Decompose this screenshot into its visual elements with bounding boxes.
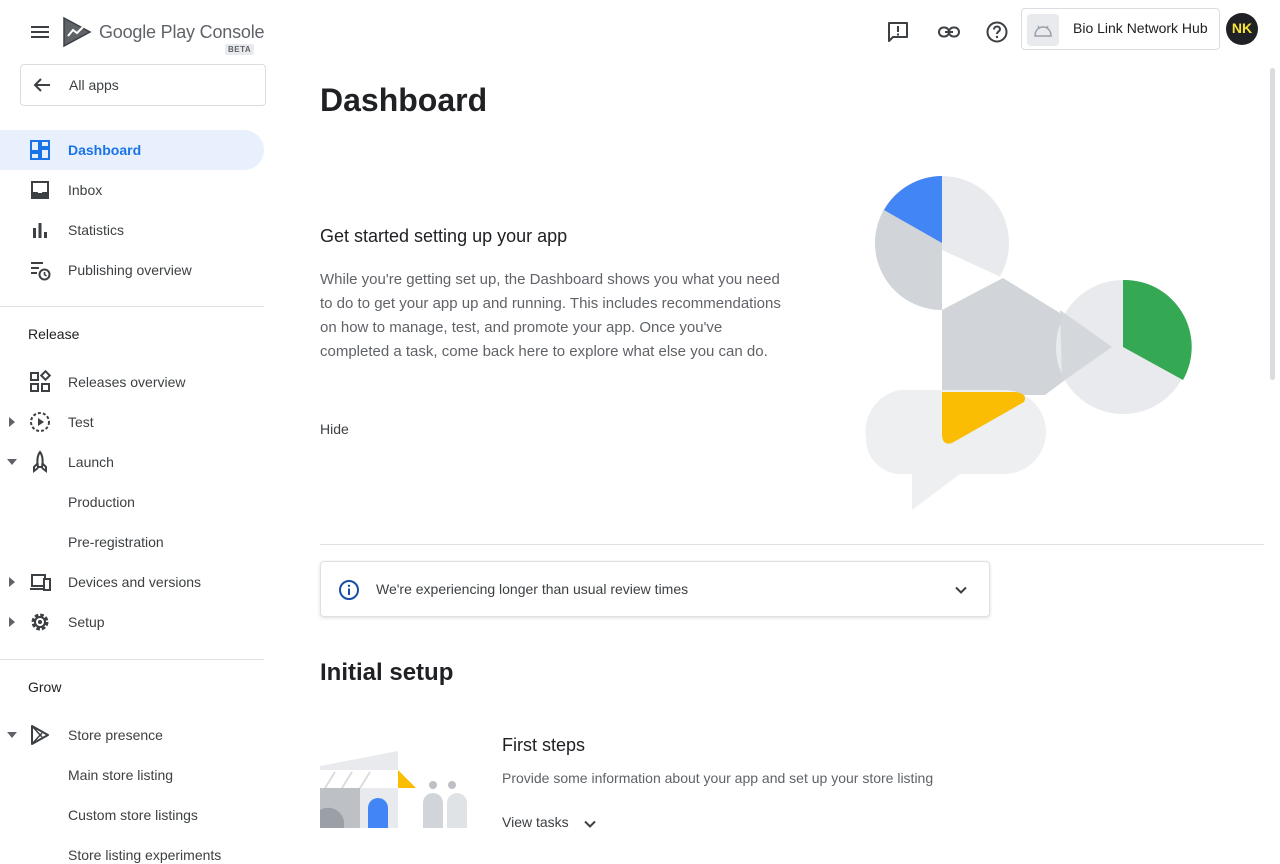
- sidebar-item-label: Main store listing: [68, 767, 174, 783]
- first-steps-title: First steps: [502, 735, 586, 755]
- caret-right-icon[interactable]: [6, 616, 18, 628]
- rocket-icon: [33, 450, 47, 473]
- help-icon[interactable]: [985, 20, 1009, 44]
- intro-title: Get started setting up your app: [320, 226, 568, 246]
- test-icon: [30, 412, 50, 432]
- sidebar-item-label: Setup: [68, 614, 105, 630]
- scrollbar[interactable]: [1270, 68, 1275, 380]
- dashboard-icon: [30, 140, 50, 160]
- sidebar-item-publishing-overview[interactable]: Publishing overview: [0, 250, 264, 290]
- first-steps-illustration: [320, 751, 467, 828]
- feedback-icon[interactable]: [886, 20, 910, 44]
- publishing-icon: [31, 262, 51, 281]
- sidebar-item-devices-and-versions[interactable]: Devices and versions: [0, 562, 264, 602]
- sidebar-item-label: Publishing overview: [68, 262, 192, 278]
- sidebar-item-label: Store presence: [68, 727, 163, 743]
- dashboard-illustration: [865, 176, 1192, 510]
- content-divider: [320, 544, 1264, 545]
- devices-icon: [30, 574, 51, 591]
- sidebar-item-store-presence[interactable]: Store presence: [0, 715, 264, 755]
- sidebar-divider: [0, 306, 264, 307]
- avatar-initials: NK: [1231, 20, 1253, 36]
- sidebar-item-launch[interactable]: Launch: [0, 442, 264, 482]
- all-apps-button[interactable]: All apps: [20, 64, 266, 106]
- sidebar-item-setup[interactable]: Setup: [0, 602, 264, 642]
- notice-text: We're experiencing longer than usual rev…: [376, 581, 689, 597]
- brand-name: Google Play Console: [99, 22, 265, 42]
- play-console-logo: [63, 16, 92, 48]
- caret-down-icon[interactable]: [6, 456, 18, 468]
- sidebar-item-main-store-listing[interactable]: Main store listing: [0, 755, 264, 795]
- sidebar-item-label: Devices and versions: [68, 574, 202, 590]
- sidebar-item-label: Statistics: [68, 222, 125, 238]
- section-title-initial-setup: Initial setup: [320, 659, 454, 686]
- sidebar-item-label: Dashboard: [68, 142, 142, 158]
- sidebar-divider: [0, 659, 264, 660]
- info-icon: [339, 580, 359, 600]
- inbox-icon: [31, 181, 49, 199]
- section-title-grow: Grow: [28, 679, 62, 695]
- brand[interactable]: Google Play Console BETA: [62, 16, 265, 56]
- sidebar-item-label: Pre-registration: [68, 534, 164, 550]
- first-steps-description: Provide some information about your app …: [502, 770, 934, 786]
- sidebar-item-inbox[interactable]: Inbox: [0, 170, 264, 210]
- sidebar-item-label: Inbox: [68, 182, 103, 198]
- intro-body: While you're getting set up, the Dashboa…: [320, 271, 781, 360]
- sidebar-item-custom-store-listings[interactable]: Custom store listings: [0, 795, 264, 835]
- hide-button[interactable]: Hide: [320, 421, 349, 437]
- all-apps-label: All apps: [69, 77, 119, 93]
- caret-right-icon[interactable]: [6, 416, 18, 428]
- sidebar-item-store-listing-experiments[interactable]: Store listing experiments: [0, 835, 264, 864]
- app-selector[interactable]: Bio Link Network Hub: [1021, 8, 1220, 50]
- sidebar-item-statistics[interactable]: Statistics: [0, 210, 264, 250]
- sidebar-item-production[interactable]: Production: [0, 482, 264, 522]
- menu-icon[interactable]: [28, 20, 52, 44]
- sidebar-item-pre-registration[interactable]: Pre-registration: [0, 522, 264, 562]
- section-title-release: Release: [28, 326, 80, 342]
- releases-icon: [30, 370, 52, 392]
- sidebar-item-label: Store listing experiments: [68, 847, 222, 863]
- chevron-down-icon: [584, 820, 596, 828]
- page-title: Dashboard: [320, 82, 488, 118]
- sidebar-item-label: Test: [68, 414, 94, 430]
- review-times-notice[interactable]: We're experiencing longer than usual rev…: [320, 561, 990, 617]
- chevron-down-icon[interactable]: [951, 580, 971, 600]
- view-tasks-label: View tasks: [502, 814, 569, 830]
- play-icon: [31, 725, 49, 745]
- sidebar-item-test[interactable]: Test: [0, 402, 264, 442]
- sidebar-item-dashboard[interactable]: Dashboard: [0, 130, 264, 170]
- avatar[interactable]: NK: [1226, 13, 1258, 45]
- link-icon[interactable]: [937, 20, 961, 44]
- arrow-back-icon: [33, 78, 50, 92]
- caret-down-icon[interactable]: [6, 729, 18, 741]
- sidebar-item-releases-overview[interactable]: Releases overview: [0, 362, 264, 402]
- gear-icon: [31, 613, 49, 631]
- sidebar-item-label: Production: [68, 494, 135, 510]
- sidebar-item-label: Launch: [68, 454, 114, 470]
- app-icon: [1027, 14, 1059, 46]
- android-icon: [1034, 25, 1052, 37]
- sidebar-item-label: Releases overview: [68, 374, 186, 390]
- sidebar-item-label: Custom store listings: [68, 807, 198, 823]
- beta-badge: BETA: [225, 44, 255, 55]
- app-name: Bio Link Network Hub: [1073, 20, 1208, 36]
- bar-chart-icon: [33, 223, 47, 238]
- caret-right-icon[interactable]: [6, 576, 18, 588]
